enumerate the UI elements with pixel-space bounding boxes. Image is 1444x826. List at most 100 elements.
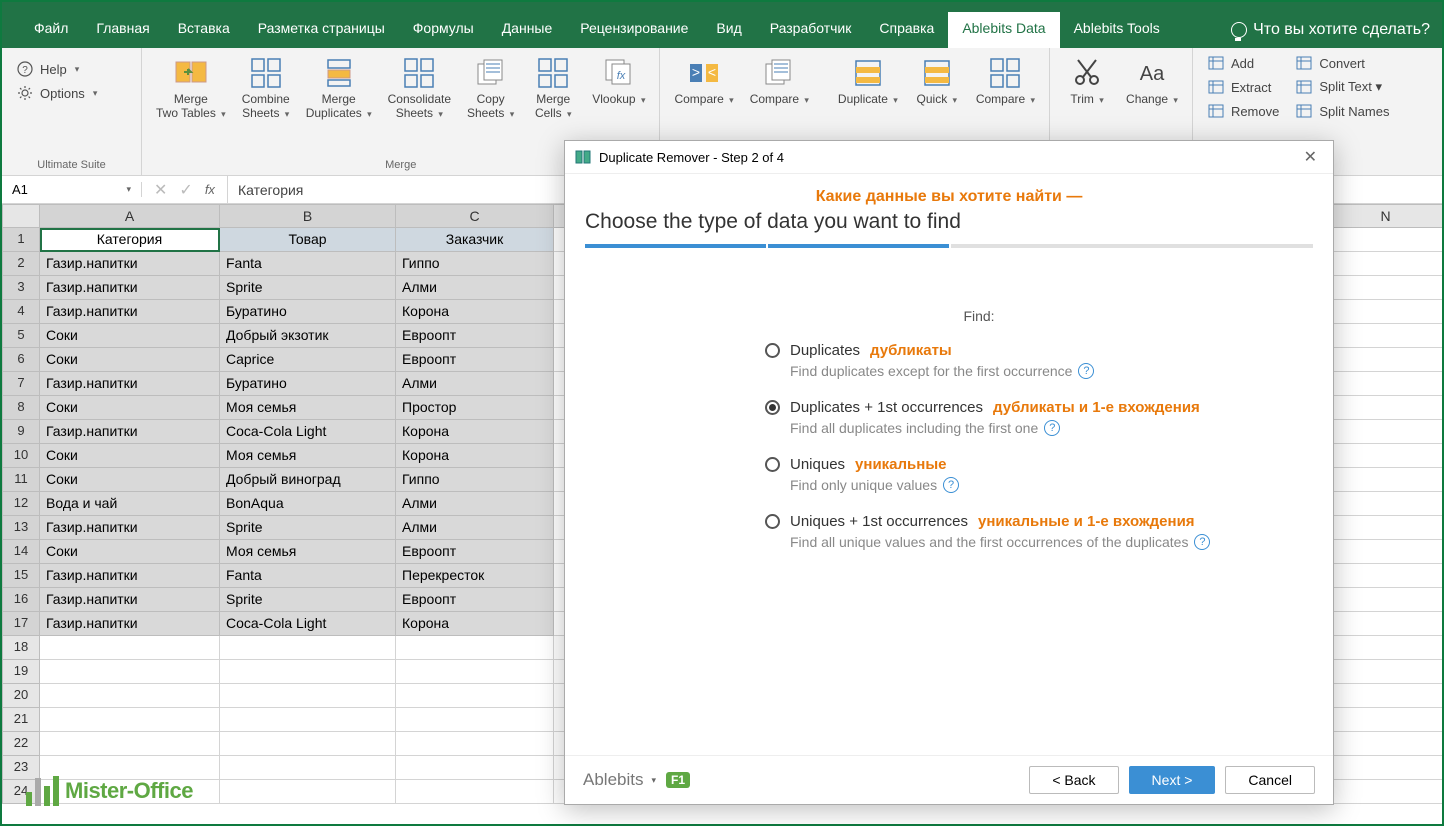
row-header[interactable]: 22: [2, 732, 40, 756]
cell[interactable]: [1322, 588, 1442, 612]
close-icon[interactable]: ✕: [1298, 147, 1323, 167]
cell[interactable]: Соки: [40, 324, 220, 348]
cell[interactable]: [1322, 492, 1442, 516]
cell[interactable]: Соки: [40, 444, 220, 468]
row-header[interactable]: 14: [2, 540, 40, 564]
cell[interactable]: Моя семья: [220, 444, 396, 468]
cell[interactable]: [1322, 516, 1442, 540]
consolidate-sheets[interactable]: ConsolidateSheets ▾: [382, 52, 457, 125]
cell[interactable]: Вода и чай: [40, 492, 220, 516]
cancel-icon[interactable]: ✕: [154, 180, 167, 200]
row-header[interactable]: 21: [2, 708, 40, 732]
cell[interactable]: [1322, 660, 1442, 684]
cell[interactable]: [1322, 324, 1442, 348]
tell-me[interactable]: Что вы хотите сделать?: [1219, 12, 1442, 48]
cell[interactable]: Sprite: [220, 588, 396, 612]
cell[interactable]: [396, 780, 554, 804]
cell[interactable]: Добрый экзотик: [220, 324, 396, 348]
options-button[interactable]: Options▾: [10, 82, 103, 104]
cell[interactable]: [40, 684, 220, 708]
compare-3[interactable]: Compare ▾: [970, 52, 1041, 110]
tab-файл[interactable]: Файл: [20, 12, 82, 48]
cell[interactable]: Coca-Cola Light: [220, 420, 396, 444]
radio-option-2[interactable]: Uniquesуникальные: [765, 456, 1313, 473]
row-header[interactable]: 7: [2, 372, 40, 396]
cell[interactable]: [1322, 444, 1442, 468]
cell[interactable]: Sprite: [220, 516, 396, 540]
cell[interactable]: [40, 708, 220, 732]
col-header[interactable]: B: [220, 204, 396, 228]
cell[interactable]: Товар: [220, 228, 396, 252]
row-header[interactable]: 6: [2, 348, 40, 372]
cell[interactable]: Евроопт: [396, 588, 554, 612]
cell[interactable]: Газир.напитки: [40, 372, 220, 396]
add[interactable]: Add: [1201, 52, 1285, 74]
change[interactable]: AaChange ▾: [1120, 52, 1184, 110]
row-header[interactable]: 16: [2, 588, 40, 612]
cell[interactable]: [1322, 468, 1442, 492]
cell[interactable]: [1322, 420, 1442, 444]
compare-2[interactable]: Compare ▾: [744, 52, 815, 110]
tab-ablebits-tools[interactable]: Ablebits Tools: [1060, 12, 1174, 48]
fx-icon[interactable]: fx: [205, 182, 215, 197]
cell[interactable]: Моя семья: [220, 540, 396, 564]
cell[interactable]: Caprice: [220, 348, 396, 372]
convert[interactable]: Convert: [1289, 52, 1395, 74]
cell[interactable]: Газир.напитки: [40, 420, 220, 444]
cell[interactable]: Моя семья: [220, 396, 396, 420]
tab-вставка[interactable]: Вставка: [164, 12, 244, 48]
cell[interactable]: [1322, 348, 1442, 372]
cell[interactable]: Гиппо: [396, 252, 554, 276]
cell[interactable]: Евроопт: [396, 324, 554, 348]
col-header[interactable]: A: [40, 204, 220, 228]
cell[interactable]: Алми: [396, 492, 554, 516]
row-header[interactable]: 9: [2, 420, 40, 444]
split-names[interactable]: Split Names: [1289, 100, 1395, 122]
quick[interactable]: Quick ▾: [908, 52, 966, 110]
cell[interactable]: [220, 756, 396, 780]
back-button[interactable]: < Back: [1029, 766, 1118, 794]
cell[interactable]: Coca-Cola Light: [220, 612, 396, 636]
cell[interactable]: Алми: [396, 276, 554, 300]
duplicate[interactable]: Duplicate ▾: [832, 52, 904, 110]
cell[interactable]: [40, 732, 220, 756]
cancel-button[interactable]: Cancel: [1225, 766, 1315, 794]
cell[interactable]: [396, 708, 554, 732]
cell[interactable]: [220, 708, 396, 732]
cell[interactable]: Заказчик: [396, 228, 554, 252]
cell[interactable]: [396, 732, 554, 756]
extract[interactable]: Extract: [1201, 76, 1285, 98]
tab-разработчик[interactable]: Разработчик: [756, 12, 866, 48]
row-header[interactable]: 17: [2, 612, 40, 636]
cell[interactable]: Корона: [396, 612, 554, 636]
cell[interactable]: Газир.напитки: [40, 276, 220, 300]
copy-sheets[interactable]: CopySheets ▾: [461, 52, 520, 125]
cell[interactable]: [1322, 756, 1442, 780]
cell[interactable]: Буратино: [220, 372, 396, 396]
tab-разметка-страницы[interactable]: Разметка страницы: [244, 12, 399, 48]
row-header[interactable]: 18: [2, 636, 40, 660]
row-header[interactable]: 19: [2, 660, 40, 684]
row-header[interactable]: 10: [2, 444, 40, 468]
cell[interactable]: [1322, 300, 1442, 324]
cell[interactable]: [220, 780, 396, 804]
cell[interactable]: [1322, 780, 1442, 804]
cell[interactable]: Категория: [40, 228, 220, 252]
remove[interactable]: Remove: [1201, 100, 1285, 122]
confirm-icon[interactable]: ✓: [179, 180, 192, 200]
cell[interactable]: Газир.напитки: [40, 612, 220, 636]
combine-sheets[interactable]: CombineSheets ▾: [236, 52, 296, 125]
cell[interactable]: [1322, 684, 1442, 708]
merge-two-tables[interactable]: MergeTwo Tables ▾: [150, 52, 232, 125]
cell[interactable]: [396, 660, 554, 684]
cell[interactable]: [1322, 252, 1442, 276]
tab-формулы[interactable]: Формулы: [399, 12, 488, 48]
cell[interactable]: [220, 660, 396, 684]
cell[interactable]: BonAqua: [220, 492, 396, 516]
help-icon[interactable]: ?: [943, 477, 959, 493]
cell[interactable]: [40, 636, 220, 660]
row-header[interactable]: 5: [2, 324, 40, 348]
tab-вид[interactable]: Вид: [702, 12, 755, 48]
trim[interactable]: Trim ▾: [1058, 52, 1116, 110]
compare-1[interactable]: ><Compare ▾: [668, 52, 739, 110]
